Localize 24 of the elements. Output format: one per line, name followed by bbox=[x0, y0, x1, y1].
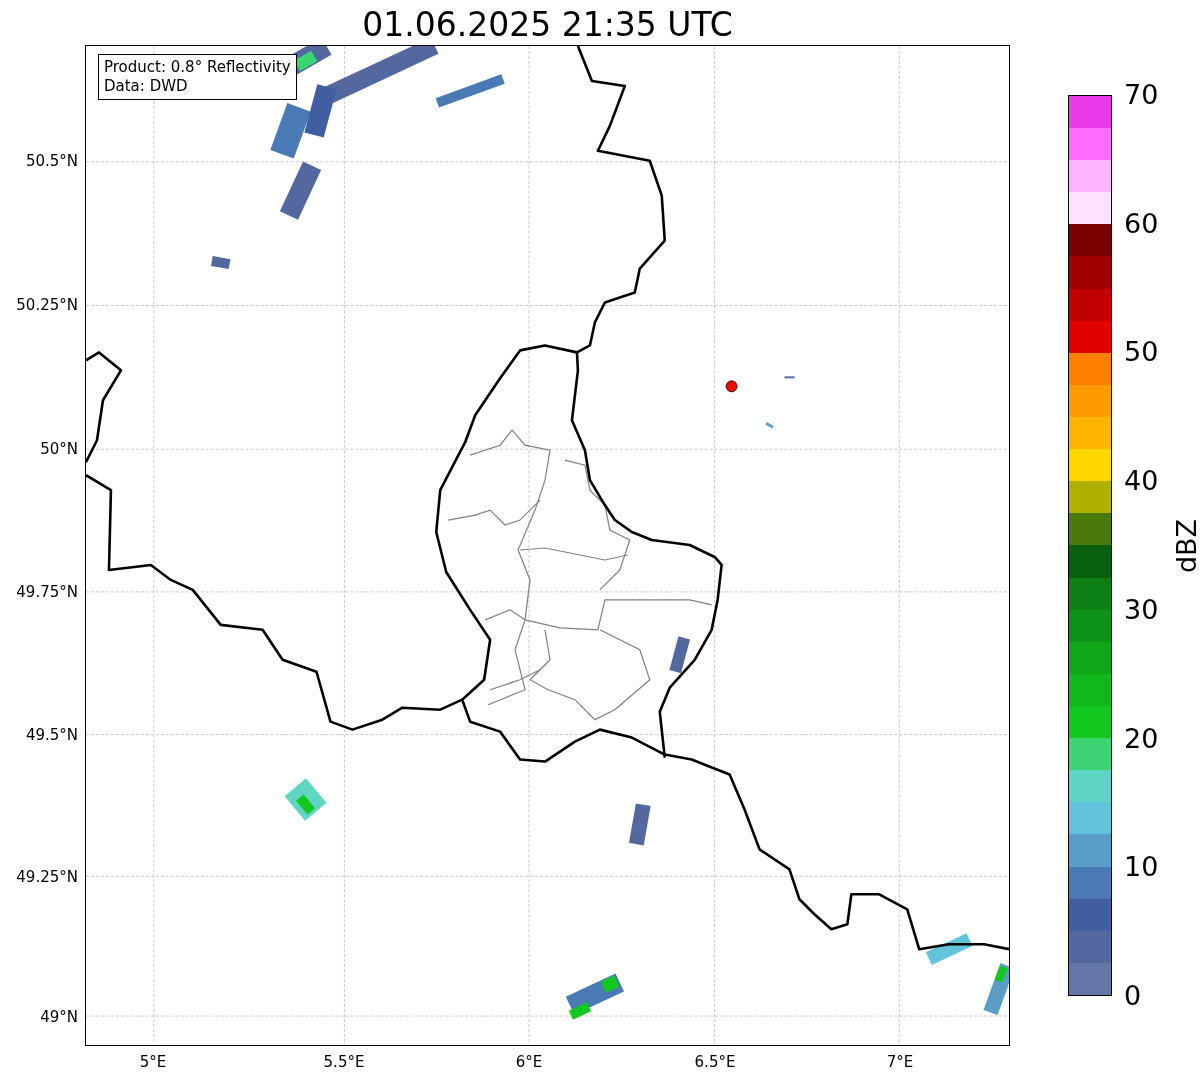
x-tick-label: 7°E bbox=[886, 1053, 914, 1071]
y-tick-label: 49°N bbox=[40, 1008, 78, 1026]
colorbar-label: dBZ bbox=[1172, 518, 1202, 573]
y-tick-label: 49.75°N bbox=[16, 583, 78, 601]
x-tick-label: 6°E bbox=[515, 1053, 543, 1071]
y-tick-label: 50.25°N bbox=[16, 296, 78, 314]
colorbar-tick-label: 30 bbox=[1124, 594, 1159, 625]
legend-text: Data: DWD bbox=[104, 77, 189, 96]
x-tick-label: 6.5°E bbox=[694, 1053, 736, 1071]
colorbar-tick-label: 10 bbox=[1124, 852, 1159, 883]
colorbar-tick-label: 70 bbox=[1124, 80, 1159, 110]
y-tick-label: 50.5°N bbox=[25, 152, 78, 170]
y-tick-label: 49.5°N bbox=[25, 726, 78, 744]
legend-text: Product: 0.8° Reflectivity bbox=[104, 58, 291, 77]
figure-title: 01.06.2025 21:35 UTC bbox=[362, 5, 733, 45]
y-tick-label: 50°N bbox=[40, 440, 78, 458]
colorbar-tick-label: 50 bbox=[1124, 337, 1159, 368]
colorbar-tick-label: 40 bbox=[1124, 466, 1159, 497]
colorbar-tick-label: 60 bbox=[1124, 208, 1159, 239]
colorbar-tick-label: 20 bbox=[1124, 723, 1159, 754]
x-tick-label: 5.5°E bbox=[323, 1053, 365, 1071]
x-tick-label: 5°E bbox=[139, 1053, 167, 1071]
y-tick-label: 49.25°N bbox=[16, 868, 78, 886]
colorbar-tick-label: 0 bbox=[1124, 981, 1142, 1011]
